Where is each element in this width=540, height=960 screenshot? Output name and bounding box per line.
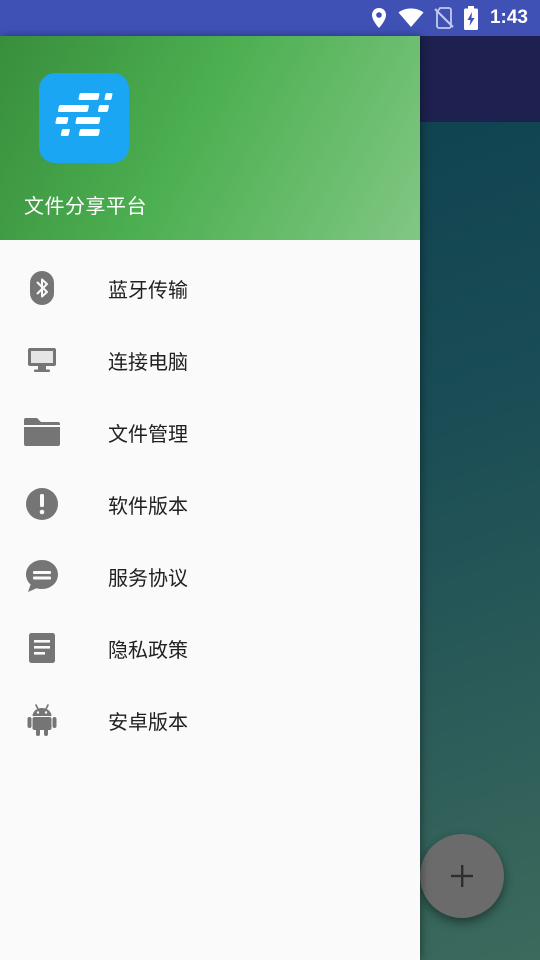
chat-bubble-icon xyxy=(22,556,62,596)
menu-item-label: 软件版本 xyxy=(108,493,188,518)
menu-item-label: 连接电脑 xyxy=(108,349,188,374)
info-icon xyxy=(22,484,62,524)
menu-item-bluetooth-transfer[interactable]: 蓝牙传输 xyxy=(0,252,420,324)
android-icon xyxy=(22,700,62,740)
bluetooth-icon xyxy=(22,268,62,308)
plus-icon xyxy=(451,865,473,887)
drawer-menu: 蓝牙传输 连接电脑 文件管理 软件版本 服务协议 隐私政策 安卓版本 xyxy=(0,240,420,756)
wifi-icon xyxy=(398,8,424,27)
menu-item-label: 服务协议 xyxy=(108,565,188,590)
menu-item-software-version[interactable]: 软件版本 xyxy=(0,468,420,540)
app-name: 文件分享平台 xyxy=(24,194,147,218)
menu-item-privacy-policy[interactable]: 隐私政策 xyxy=(0,612,420,684)
location-icon xyxy=(371,8,386,28)
no-sim-icon xyxy=(434,7,454,29)
menu-item-label: 蓝牙传输 xyxy=(108,277,188,302)
add-fab-button[interactable] xyxy=(420,834,504,918)
clock: 1:43 xyxy=(489,7,528,28)
battery-charging-icon xyxy=(463,6,478,30)
computer-icon xyxy=(22,340,62,380)
app-logo xyxy=(39,73,129,163)
folder-icon xyxy=(22,412,62,452)
menu-item-service-agreement[interactable]: 服务协议 xyxy=(0,540,420,612)
menu-item-label: 安卓版本 xyxy=(108,709,188,734)
menu-item-file-management[interactable]: 文件管理 xyxy=(0,396,420,468)
document-icon xyxy=(22,628,62,668)
status-bar: 1:43 xyxy=(0,0,540,36)
screen: 1:43 文件分享平台 蓝牙传输 连接电脑 文件管理 软件版本 服务协议 隐私政… xyxy=(0,0,540,960)
drawer-header: 文件分享平台 xyxy=(0,36,420,240)
menu-item-android-version[interactable]: 安卓版本 xyxy=(0,684,420,756)
menu-item-label: 隐私政策 xyxy=(108,637,188,662)
menu-item-connect-computer[interactable]: 连接电脑 xyxy=(0,324,420,396)
navigation-drawer: 文件分享平台 蓝牙传输 连接电脑 文件管理 软件版本 服务协议 隐私政策 安卓版… xyxy=(0,36,420,960)
menu-item-label: 文件管理 xyxy=(108,421,188,446)
app-logo-icon xyxy=(55,93,113,136)
